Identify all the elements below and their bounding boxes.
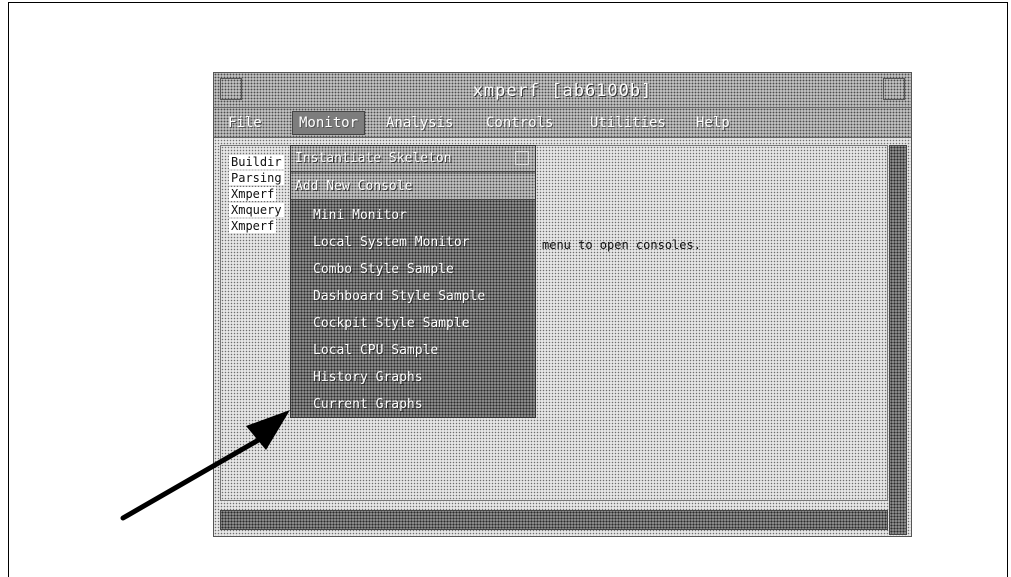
- pointer-arrow-icon: [120, 410, 290, 521]
